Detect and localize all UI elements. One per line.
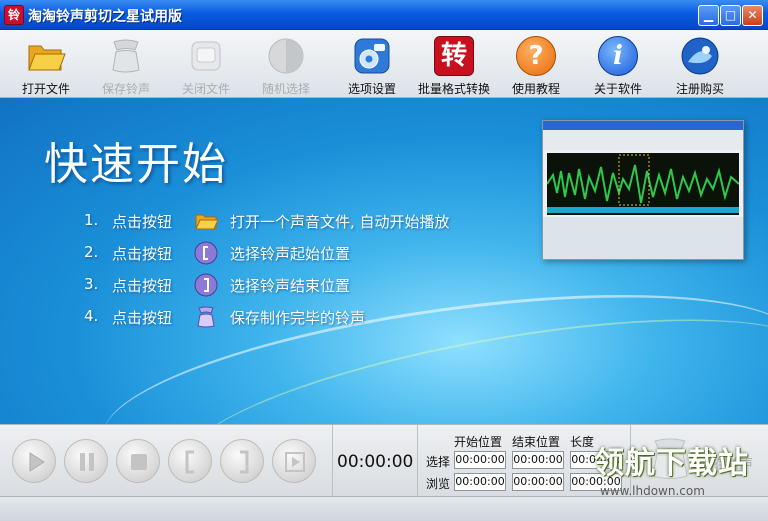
set-start-button[interactable] [168, 439, 212, 483]
minimize-button[interactable]: ▁ [698, 5, 719, 26]
save-ringtone-icon [197, 306, 215, 328]
play-button[interactable] [12, 439, 56, 483]
open-file-label: 打开文件 [21, 82, 70, 96]
play-selection-icon [285, 452, 305, 472]
register-label: 注册购买 [675, 82, 724, 96]
tutorial-button[interactable]: ? 使用教程 [496, 32, 576, 96]
title-bar: 铃 淘淘铃声剪切之星试用版 ▁ □ ✕ [0, 0, 768, 30]
help-glyph: ? [528, 41, 544, 71]
info-icon: i [598, 36, 638, 76]
random-select-icon [268, 38, 304, 74]
preview-titlebar [543, 121, 743, 130]
close-file-label: 关闭文件 [181, 82, 230, 96]
batch-convert-glyph: 转 [440, 41, 467, 71]
open-file-button[interactable]: 打开文件 [6, 32, 86, 96]
tutorial-label: 使用教程 [511, 82, 560, 96]
about-label: 关于软件 [593, 82, 642, 96]
random-select-button[interactable]: 随机选择 [246, 32, 326, 96]
app-icon: 铃 [4, 5, 24, 25]
step-description: 选择铃声起始位置 [230, 245, 351, 263]
settings-button[interactable]: 选项设置 [332, 32, 412, 96]
save-ringtone-icon [112, 39, 140, 73]
save-ringtone-button[interactable]: 保存铃声 [86, 32, 166, 96]
about-button[interactable]: i 关于软件 [578, 32, 658, 96]
watermark-logo-text: 领航下载站 [594, 446, 749, 481]
step-description: 保存制作完毕的铃声 [230, 309, 366, 327]
folder-open-icon [28, 45, 66, 71]
stop-icon [131, 454, 147, 470]
step-prefix: 点击按钮 [112, 245, 173, 263]
step-prefix: 点击按钮 [112, 213, 173, 231]
set-end-icon [194, 273, 218, 297]
set-start-icon [185, 450, 194, 474]
stop-button[interactable] [116, 439, 160, 483]
step-number: 4. [84, 307, 99, 325]
close-file-button[interactable]: 关闭文件 [166, 32, 246, 96]
batch-convert-label: 批量格式转换 [417, 82, 490, 96]
pause-button[interactable] [64, 439, 108, 483]
set-end-button[interactable] [220, 439, 264, 483]
selection-row-label: 选择 [426, 455, 451, 469]
step-number: 3. [84, 275, 99, 293]
random-select-label: 随机选择 [261, 82, 310, 96]
toolbar: 打开文件 保存铃声 关闭文件 随机选择 选项设置 转 批量格式转换 ? 使用教程… [0, 30, 768, 98]
quickstart-panel: 快速开始 1. 点击按钮 打开一个声音文件, 自动开始播放 2. 点击按钮 选择… [0, 98, 768, 424]
batch-convert-button[interactable]: 转 批量格式转换 [414, 32, 494, 96]
register-button[interactable]: 注册购买 [660, 32, 740, 96]
quickstart-title: 快速开始 [44, 139, 228, 190]
step-prefix: 点击按钮 [112, 309, 173, 327]
window-title: 淘淘铃声剪切之星试用版 [28, 9, 182, 25]
preview-toolbar [543, 130, 743, 150]
close-file-icon [191, 41, 221, 71]
maximize-button[interactable]: □ [720, 5, 741, 26]
set-end-icon [240, 450, 249, 474]
current-time: 00:00:00 [337, 452, 414, 472]
pause-icon [80, 453, 94, 471]
save-ringtone-label: 保存铃声 [101, 82, 150, 96]
settings-label: 选项设置 [347, 82, 396, 96]
set-start-icon [194, 241, 218, 265]
browse-start-field[interactable]: 00:00:00 [454, 473, 506, 491]
length-header: 长度 [570, 435, 595, 449]
register-icon [681, 37, 719, 75]
browse-end-field[interactable]: 00:00:00 [512, 473, 564, 491]
close-button[interactable]: ✕ [742, 5, 763, 26]
step-description: 选择铃声结束位置 [230, 277, 351, 295]
step-prefix: 点击按钮 [112, 277, 173, 295]
step-number: 1. [84, 211, 99, 229]
site-watermark: 领航下载站 www.lhdown.com [594, 438, 764, 518]
step-description: 打开一个声音文件, 自动开始播放 [230, 213, 450, 231]
selection-start-field[interactable]: 00:00:00 [454, 451, 506, 469]
info-glyph: i [613, 41, 623, 71]
help-icon: ? [516, 36, 556, 76]
batch-convert-icon: 转 [434, 36, 474, 76]
browse-row-label: 浏览 [426, 477, 451, 491]
start-position-header: 开始位置 [454, 435, 503, 449]
app-preview-thumbnail [542, 120, 744, 260]
end-position-header: 结束位置 [512, 435, 561, 449]
settings-icon [354, 38, 390, 74]
play-selection-button[interactable] [272, 439, 316, 483]
preview-controls [543, 217, 743, 259]
folder-open-icon [195, 214, 218, 230]
watermark-url: www.lhdown.com [600, 484, 705, 498]
selection-end-field[interactable]: 00:00:00 [512, 451, 564, 469]
step-number: 2. [84, 243, 99, 261]
current-time-display: 00:00:00 [332, 425, 418, 497]
play-icon [29, 452, 45, 472]
preview-waveform [547, 153, 739, 215]
